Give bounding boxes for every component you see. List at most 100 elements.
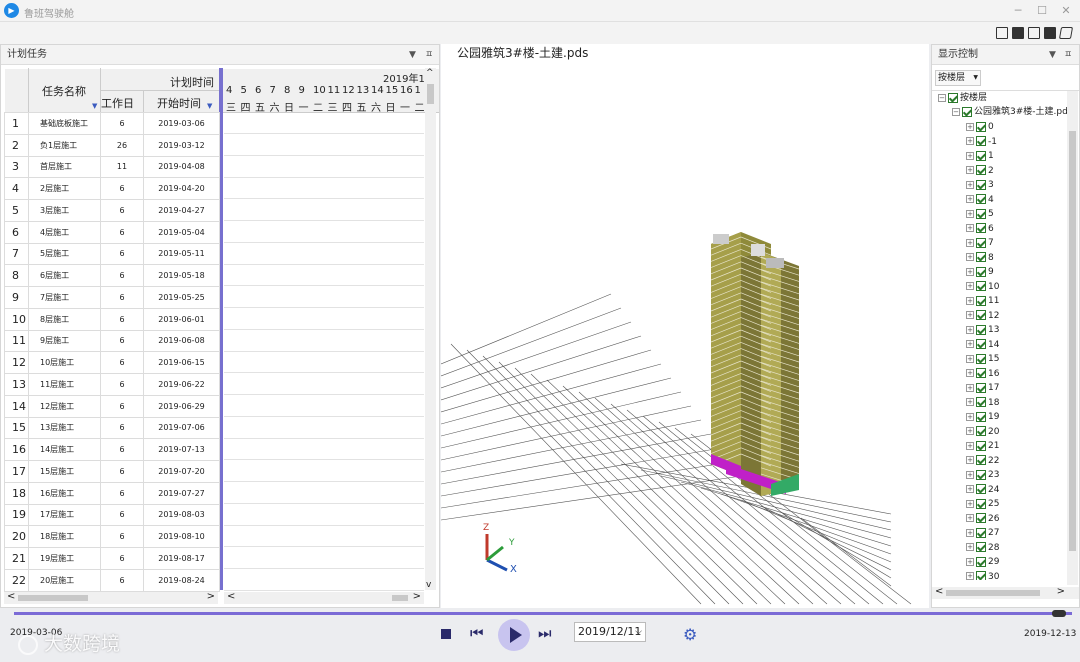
checkbox[interactable]: [976, 121, 986, 132]
table-row[interactable]: 7 5层施工 6 2019-05-11: [4, 242, 220, 266]
maximize-button[interactable]: ☐: [1032, 3, 1052, 19]
scroll-thumb[interactable]: [427, 84, 434, 104]
full-view-icon[interactable]: [1044, 27, 1056, 39]
checkbox[interactable]: [976, 513, 986, 523]
table-row[interactable]: 17 15层施工 6 2019-07-20: [4, 460, 220, 483]
checkbox[interactable]: [976, 179, 986, 190]
task-vscroll[interactable]: ^ v: [425, 68, 436, 590]
expand-icon[interactable]: +: [966, 398, 974, 406]
pin-icon[interactable]: ㅍ: [1064, 45, 1072, 65]
scroll-left-icon[interactable]: <: [227, 591, 235, 602]
panel-menu-icon[interactable]: ▼: [409, 45, 416, 65]
tree-floor-item[interactable]: +1: [966, 149, 994, 163]
table-row[interactable]: 20 18层施工 6 2019-08-10: [4, 525, 220, 548]
expand-icon[interactable]: −: [938, 93, 946, 102]
tree-floor-item[interactable]: +11: [966, 294, 999, 308]
table-row[interactable]: 5 3层施工 6 2019-04-27: [4, 199, 220, 222]
checkbox[interactable]: [976, 527, 986, 538]
expand-icon[interactable]: +: [966, 354, 974, 363]
tree-floor-item[interactable]: +22: [966, 454, 999, 468]
tree-floor-item[interactable]: +27: [966, 526, 999, 540]
pin-icon[interactable]: ㅍ: [425, 45, 433, 65]
minimize-button[interactable]: ─: [1008, 3, 1028, 19]
expand-icon[interactable]: −: [952, 107, 960, 116]
tree-floor-item[interactable]: +6: [966, 222, 994, 236]
tree-floor-item[interactable]: +28: [966, 541, 999, 555]
expand-icon[interactable]: +: [966, 412, 974, 421]
expand-icon[interactable]: +: [966, 572, 974, 580]
tree-floor-item[interactable]: + -1: [966, 135, 997, 149]
expand-icon[interactable]: +: [966, 253, 974, 261]
expand-icon[interactable]: +: [966, 180, 974, 189]
expand-icon[interactable]: +: [966, 543, 974, 551]
expand-icon[interactable]: +: [966, 151, 974, 160]
expand-icon[interactable]: +: [966, 296, 974, 305]
checkbox[interactable]: [976, 353, 986, 364]
expand-icon[interactable]: +: [966, 427, 974, 435]
table-row[interactable]: 9 7层施工 6 2019-05-25: [4, 286, 220, 309]
tree-floor-item[interactable]: +20: [966, 425, 999, 439]
checkbox[interactable]: [976, 237, 986, 248]
tree-floor-item[interactable]: +26: [966, 512, 999, 526]
tree-floor-item[interactable]: +4: [966, 193, 994, 207]
tree-floor-item[interactable]: +7: [966, 236, 994, 250]
checkbox[interactable]: [976, 455, 986, 465]
col-start-header[interactable]: 开始时间: [157, 95, 201, 111]
checkbox[interactable]: [976, 281, 986, 291]
expand-icon[interactable]: +: [966, 499, 974, 508]
scroll-left-icon[interactable]: <: [7, 591, 15, 602]
checkbox[interactable]: [976, 310, 986, 320]
col-workdays-header[interactable]: 工作日: [101, 95, 134, 111]
close-button[interactable]: ✕: [1056, 3, 1076, 19]
table-row[interactable]: 6 4层施工 6 2019-05-04: [4, 220, 220, 244]
settings-gear-icon[interactable]: ⚙: [683, 625, 697, 644]
tree-floor-item[interactable]: +12: [966, 309, 999, 323]
next-button[interactable]: ⏭: [538, 624, 552, 642]
tree-floor-item[interactable]: +3: [966, 178, 994, 192]
tree-floor-item[interactable]: +19: [966, 410, 999, 424]
table-row[interactable]: 12 10层施工 6 2019-06-15: [4, 351, 220, 374]
tree-floor-item[interactable]: +29: [966, 555, 999, 569]
checkbox[interactable]: [976, 397, 986, 407]
table-row[interactable]: 4 2层施工 6 2019-04-20: [4, 177, 220, 200]
expand-icon[interactable]: +: [966, 311, 974, 319]
table-row[interactable]: 22 20层施工 6 2019-08-24: [4, 568, 220, 592]
tree-floor-item[interactable]: +30: [966, 570, 999, 580]
checkbox[interactable]: [976, 339, 986, 349]
window-layout-icon[interactable]: [996, 27, 1008, 39]
checkbox[interactable]: [976, 484, 986, 494]
tree-hscroll[interactable]: < >: [932, 586, 1079, 599]
tree-floor-item[interactable]: +16: [966, 367, 999, 381]
checkbox[interactable]: [976, 571, 986, 580]
tree-root[interactable]: − 按楼层: [938, 91, 987, 105]
checkbox[interactable]: [976, 150, 986, 161]
tree-floor-item[interactable]: +13: [966, 323, 999, 337]
tree-floor-item[interactable]: +8: [966, 251, 994, 265]
checkbox[interactable]: [976, 266, 986, 277]
tree-floor-item[interactable]: +0: [966, 120, 994, 134]
tree-floor-item[interactable]: +24: [966, 483, 999, 497]
checkbox[interactable]: [976, 324, 986, 335]
table-row[interactable]: 15 13层施工 6 2019-07-06: [4, 416, 220, 440]
model-3d-view[interactable]: 公园雅筑3#楼-土建.pds Z Y X: [441, 44, 929, 608]
expand-icon[interactable]: +: [966, 238, 974, 247]
expand-icon[interactable]: +: [966, 369, 974, 377]
tree-floor-item[interactable]: +10: [966, 280, 999, 294]
table-row[interactable]: 13 11层施工 6 2019-06-22: [4, 373, 220, 396]
stop-button[interactable]: [441, 629, 451, 639]
expand-icon[interactable]: +: [966, 122, 974, 131]
table-row[interactable]: 8 6层施工 6 2019-05-18: [4, 264, 220, 287]
task-hscroll[interactable]: < >: [4, 591, 218, 604]
panel-menu-icon[interactable]: ▼: [1049, 45, 1056, 65]
table-row[interactable]: 1 基础底板施工 6 2019-03-06: [4, 112, 220, 135]
timeline-progress[interactable]: [14, 612, 1072, 615]
checkbox[interactable]: [962, 106, 972, 117]
checkbox[interactable]: [976, 252, 986, 262]
checkbox[interactable]: [976, 411, 986, 422]
checkbox[interactable]: [976, 194, 986, 204]
expand-icon[interactable]: +: [966, 267, 974, 276]
tree-file[interactable]: − 公园雅筑3#楼-土建.pds: [952, 105, 1068, 119]
expand-icon[interactable]: +: [966, 340, 974, 348]
scroll-up-icon[interactable]: ^: [426, 68, 434, 78]
scroll-right-icon[interactable]: >: [1057, 586, 1065, 597]
